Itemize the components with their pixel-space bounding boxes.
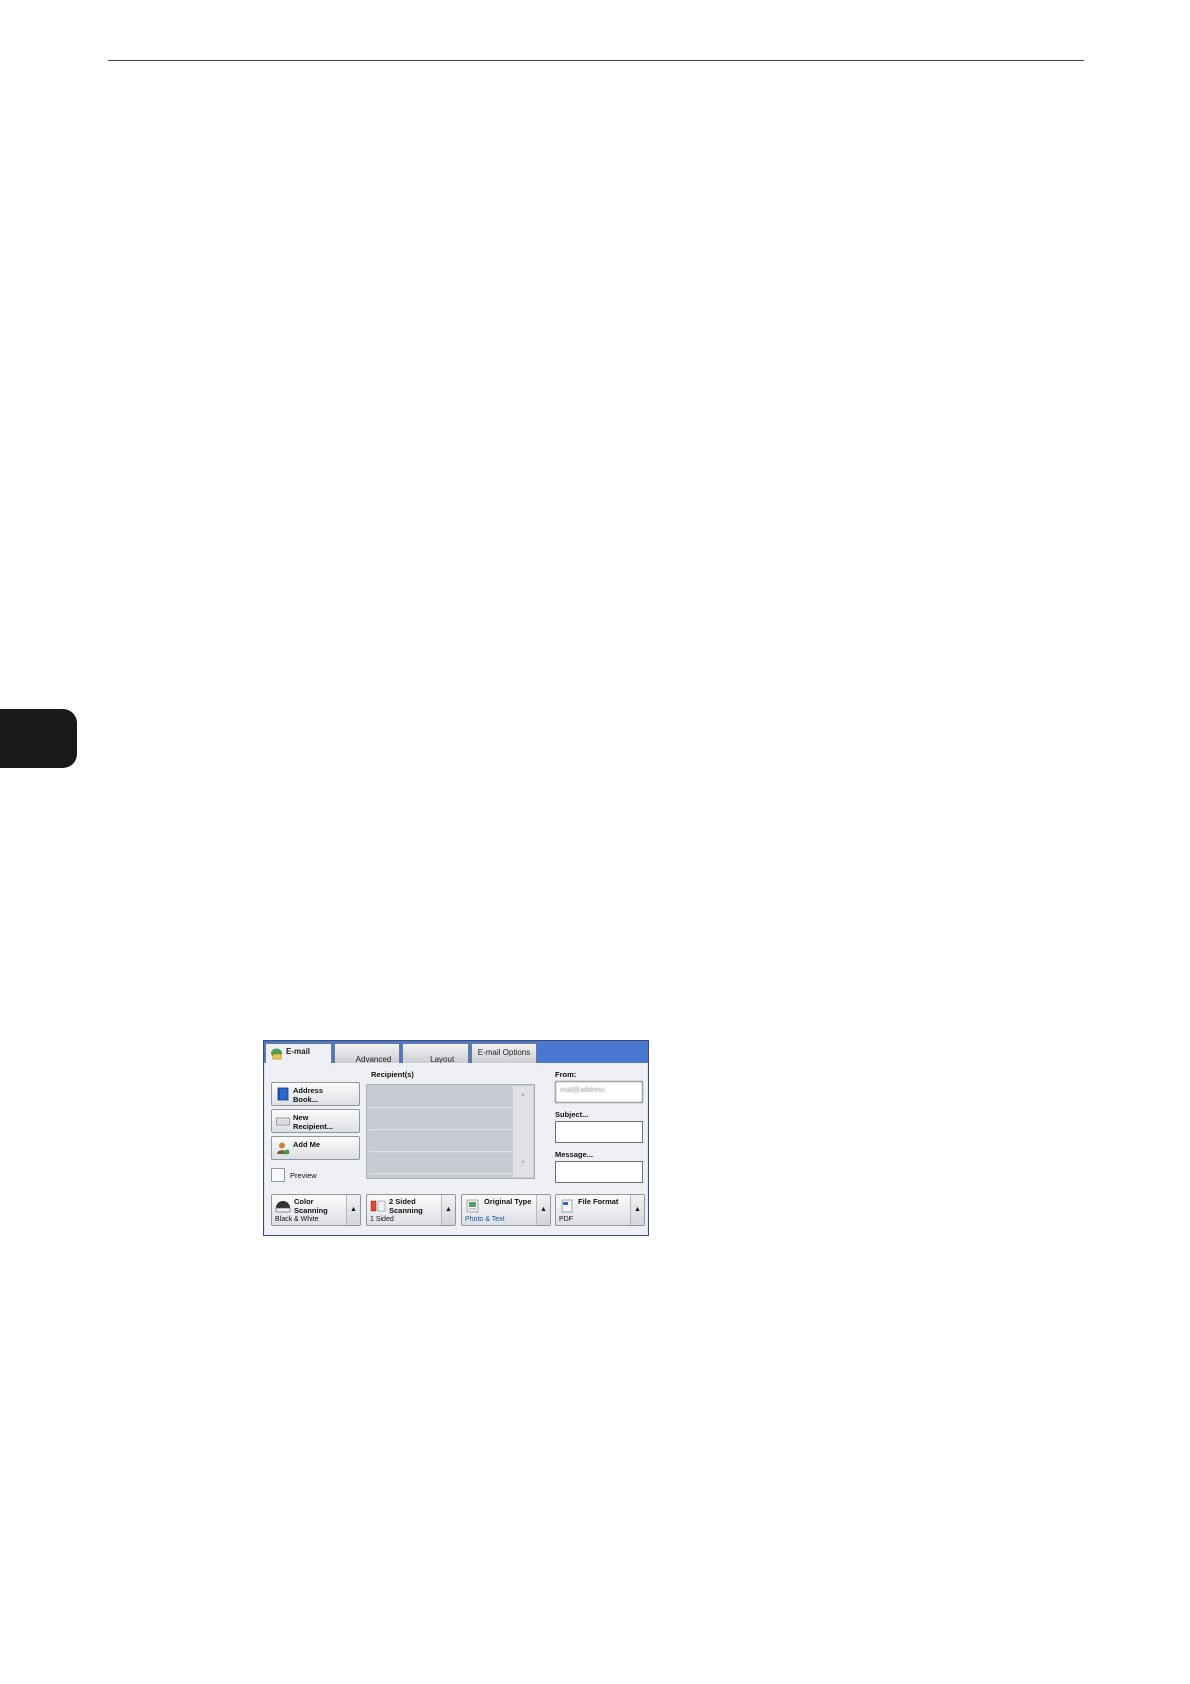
- scroll-up-icon: ▲: [520, 1092, 526, 1098]
- scroll-down-icon: ▼: [520, 1160, 526, 1166]
- message-field[interactable]: [555, 1161, 643, 1183]
- color-scanning-icon: [275, 1201, 291, 1213]
- address-book-icon: [277, 1087, 289, 1101]
- new-recipient-button[interactable]: New Recipient...: [271, 1109, 360, 1133]
- add-me-button[interactable]: Add Me: [271, 1136, 360, 1160]
- recipients-label: Recipient(s): [371, 1070, 414, 1079]
- recipient-row[interactable]: [369, 1109, 527, 1130]
- file-format-icon: [561, 1199, 573, 1213]
- original-type-value: Photo & Text: [465, 1216, 505, 1223]
- email-screen: E-mail Advanced Settings Layout Adjustme…: [263, 1040, 649, 1236]
- keyboard-icon: [276, 1117, 290, 1126]
- recipient-row[interactable]: [369, 1153, 527, 1174]
- two-sided-scanning-selector[interactable]: ▲: [441, 1195, 455, 1225]
- two-sided-scanning-label: 2 Sided Scanning: [389, 1197, 423, 1215]
- file-format-button[interactable]: File Format PDF ▲: [555, 1194, 645, 1226]
- recipients-list[interactable]: ▲ ▼: [366, 1084, 535, 1179]
- main-panel: Address Book... New Recipient... Add Me …: [265, 1063, 647, 1235]
- color-scanning-label: Color Scanning: [294, 1197, 328, 1215]
- file-format-selector[interactable]: ▲: [630, 1195, 644, 1225]
- add-me-label: Add Me: [293, 1140, 321, 1149]
- two-sided-scanning-value: 1 Sided: [370, 1216, 394, 1223]
- recipient-row[interactable]: [369, 1087, 527, 1108]
- recipient-row[interactable]: [369, 1131, 527, 1152]
- original-type-icon: [466, 1199, 479, 1213]
- color-scanning-button[interactable]: Color Scanning Black & White ▲: [271, 1194, 361, 1226]
- tab-advanced-settings[interactable]: Advanced Settings: [334, 1043, 400, 1073]
- from-label: From:: [555, 1070, 577, 1079]
- add-me-icon: [277, 1142, 290, 1155]
- new-recipient-label: New Recipient...: [293, 1113, 334, 1131]
- subject-label: Subject...: [555, 1110, 589, 1119]
- tab-email-label: E-mail: [286, 1047, 311, 1056]
- original-type-selector[interactable]: ▲: [536, 1195, 550, 1225]
- triangle-up-icon: ▲: [350, 1206, 357, 1213]
- tab-email[interactable]: E-mail: [265, 1043, 332, 1065]
- original-type-button[interactable]: Original Type Photo & Text ▲: [461, 1194, 551, 1226]
- email-icon: [271, 1048, 282, 1060]
- tab-email-options[interactable]: E-mail Options: [471, 1043, 537, 1064]
- recipients-scrollbar[interactable]: ▲ ▼: [513, 1086, 533, 1177]
- message-label: Message...: [555, 1150, 593, 1159]
- tab-bar: E-mail Advanced Settings Layout Adjustme…: [264, 1041, 648, 1073]
- color-scanning-value: Black & White: [275, 1216, 319, 1223]
- triangle-up-icon: ▲: [445, 1206, 452, 1213]
- triangle-up-icon: ▲: [540, 1206, 547, 1213]
- subject-field[interactable]: [555, 1121, 643, 1143]
- from-field[interactable]: mail@address: [555, 1081, 643, 1103]
- chapter-tab: [0, 709, 77, 768]
- original-type-label: Original Type: [484, 1197, 532, 1206]
- tab-layout-adjustment[interactable]: Layout Adjustment: [402, 1043, 469, 1073]
- header-rule: [108, 60, 1084, 61]
- file-format-value: PDF: [559, 1216, 573, 1223]
- address-book-button[interactable]: Address Book...: [271, 1082, 360, 1106]
- preview-label: Preview: [290, 1171, 317, 1180]
- address-book-label: Address Book...: [293, 1086, 324, 1104]
- triangle-up-icon: ▲: [634, 1206, 641, 1213]
- color-scanning-selector[interactable]: ▲: [346, 1195, 360, 1225]
- two-sided-scanning-icon: [370, 1200, 386, 1212]
- preview-checkbox[interactable]: [271, 1168, 285, 1182]
- two-sided-scanning-button[interactable]: 2 Sided Scanning 1 Sided ▲: [366, 1194, 456, 1226]
- tab-email-options-label: E-mail Options: [477, 1048, 531, 1057]
- file-format-label: File Format: [578, 1197, 619, 1206]
